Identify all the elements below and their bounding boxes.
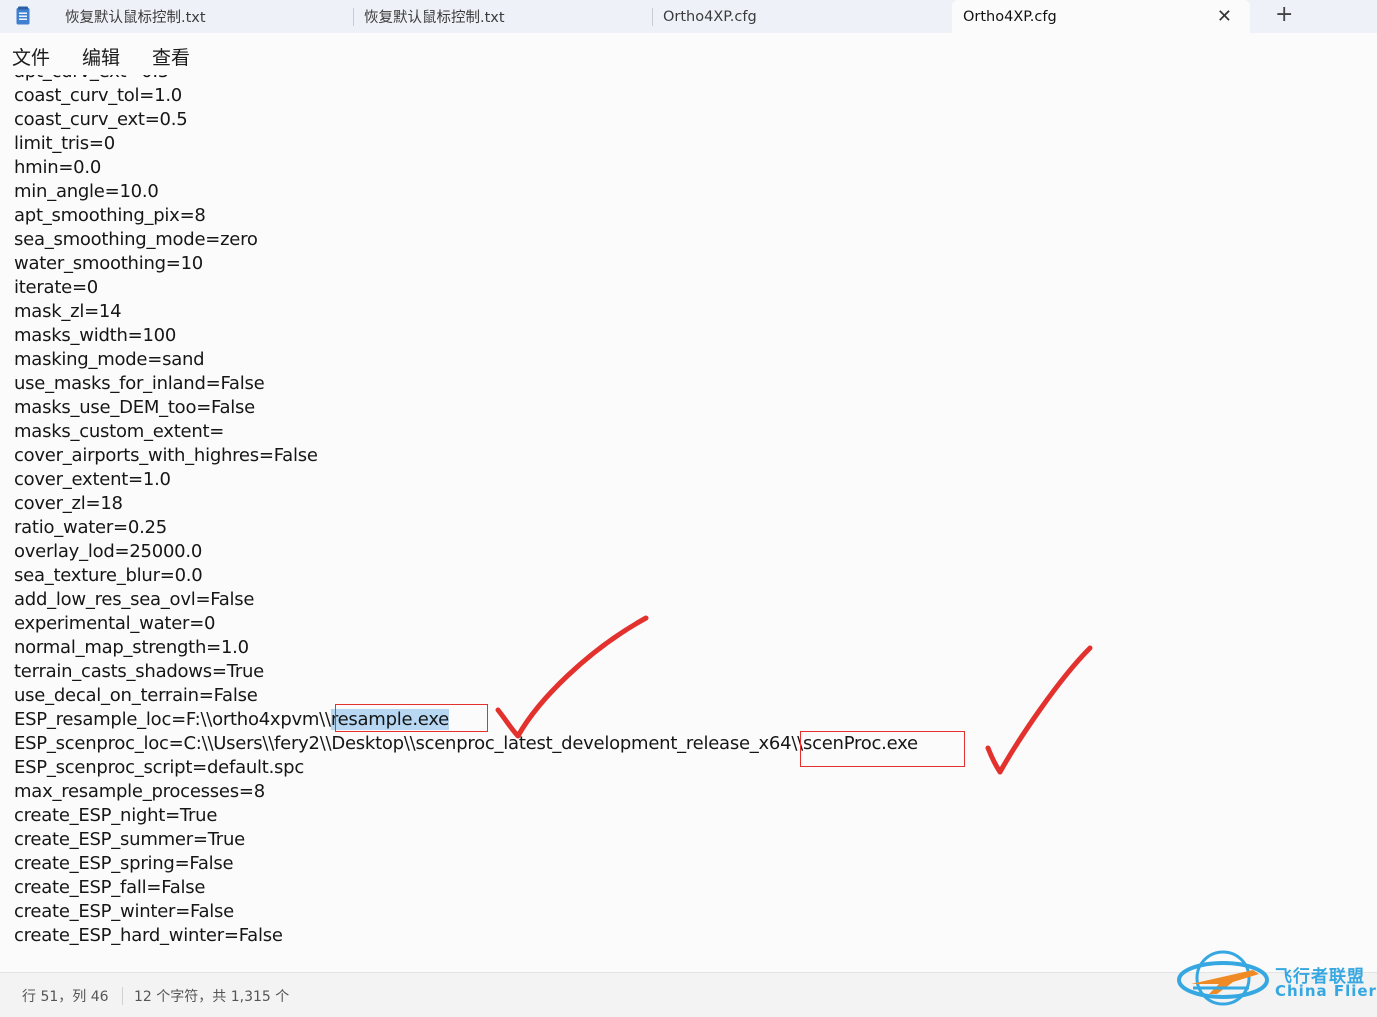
status-bar: 行 51，列 46 12 个字符，共 1,315 个	[0, 972, 1377, 1017]
tab-active[interactable]: Ortho4XP.cfg ✕	[952, 0, 1250, 33]
tab-1[interactable]: 恢复默认鼠标控制.txt	[44, 0, 354, 33]
menu-view[interactable]: 查看	[152, 43, 190, 70]
tab-bar: 恢复默认鼠标控制.txt 恢复默认鼠标控制.txt Ortho4XP.cfg O…	[0, 0, 1377, 33]
notepad-app-icon	[16, 6, 30, 25]
editor-line: sea_texture_blur=0.0	[14, 565, 203, 586]
editor-lines: apt_curv_ext=0.5coast_curv_tol=1.0 coast_…	[14, 75, 918, 948]
cursor-position: 行 51，列 46	[22, 989, 109, 1005]
editor-line: apt_curv_ext=0.5	[14, 75, 918, 84]
tab-label: Ortho4XP.cfg	[963, 8, 1057, 25]
editor-line: create_ESP_winter=False	[14, 901, 234, 922]
tab-label: 恢复默认鼠标控制.txt	[364, 10, 505, 26]
red-checkmark-icon	[985, 645, 1093, 775]
editor-line: sea_smoothing_mode=zero	[14, 229, 258, 250]
watermark-en: China Flier	[1275, 982, 1377, 1000]
editor-line: masks_width=100	[14, 325, 177, 346]
editor-line: experimental_water=0	[14, 613, 216, 634]
text-editor[interactable]: apt_curv_ext=0.5coast_curv_tol=1.0 coast_…	[0, 75, 1377, 972]
editor-line: add_low_res_sea_ovl=False	[14, 589, 255, 610]
editor-line: overlay_lod=25000.0	[14, 541, 203, 562]
editor-line: min_angle=10.0	[14, 181, 159, 202]
editor-line: use_masks_for_inland=False	[14, 373, 265, 394]
china-flier-logo-icon	[1177, 950, 1269, 1006]
selection-count: 12 个字符，共 1,315 个	[134, 989, 290, 1005]
editor-line: hmin=0.0	[14, 157, 102, 178]
editor-line: create_ESP_spring=False	[14, 853, 234, 874]
editor-line: mask_zl=14	[14, 301, 122, 322]
line-text: ESP_scenproc_loc=C:\\Users\\fery2\\Deskt…	[14, 733, 803, 754]
menu-edit[interactable]: 编辑	[82, 43, 120, 70]
tab-3[interactable]: Ortho4XP.cfg	[653, 0, 952, 33]
new-tab-button[interactable]: +	[1275, 2, 1293, 27]
editor-line: create_ESP_night=True	[14, 805, 218, 826]
editor-line: terrain_casts_shadows=True	[14, 661, 264, 682]
editor-line: masks_custom_extent=	[14, 421, 225, 442]
red-checkmark-icon	[495, 615, 649, 739]
editor-line: iterate=0	[14, 277, 98, 298]
editor-line: create_ESP_hard_winter=False	[14, 925, 283, 946]
editor-line: cover_zl=18	[14, 493, 123, 514]
editor-line: coast_curv_ext=0.5	[14, 109, 188, 130]
close-icon[interactable]: ✕	[1217, 6, 1232, 27]
editor-line: create_ESP_fall=False	[14, 877, 206, 898]
editor-line: limit_tris=0	[14, 133, 115, 154]
menu-file[interactable]: 文件	[12, 43, 50, 70]
editor-line: masking_mode=sand	[14, 349, 205, 370]
editor-line: cover_extent=1.0	[14, 469, 171, 490]
line-text: ESP_resample_loc=F:\\ortho4xpvm\\	[14, 709, 331, 730]
tab-label: Ortho4XP.cfg	[663, 8, 757, 25]
editor-line: masks_use_DEM_too=False	[14, 397, 255, 418]
editor-line: apt_smoothing_pix=8	[14, 205, 206, 226]
editor-line: normal_map_strength=1.0	[14, 637, 249, 658]
tab-2[interactable]: 恢复默认鼠标控制.txt	[354, 0, 653, 33]
annotation-box-scenproc	[800, 731, 965, 767]
editor-line: cover_airports_with_highres=False	[14, 445, 318, 466]
editor-line: max_resample_processes=8	[14, 781, 265, 802]
status-divider	[122, 987, 123, 1005]
editor-line: coast_curv_tol=1.0	[14, 85, 183, 106]
editor-line: ESP_scenproc_script=default.spc	[14, 757, 304, 778]
editor-line-scenproc: ESP_scenproc_loc=C:\\Users\\fery2\\Deskt…	[14, 732, 918, 756]
annotation-box-resample	[335, 704, 488, 732]
editor-line: water_smoothing=10	[14, 253, 204, 274]
watermark: 飞行者联盟 China Flier	[1173, 942, 1377, 1012]
editor-line: ratio_water=0.25	[14, 517, 167, 538]
editor-line: create_ESP_summer=True	[14, 829, 245, 850]
menu-bar: 文件 编辑 查看	[0, 33, 1377, 75]
tab-label: 恢复默认鼠标控制.txt	[65, 10, 206, 26]
